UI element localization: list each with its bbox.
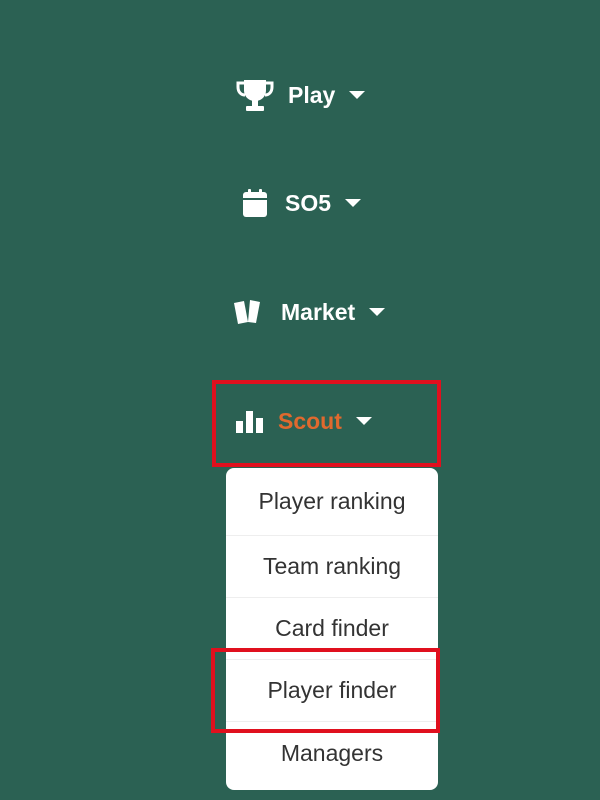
nav-item-label: Market <box>281 298 356 325</box>
chevron-down-icon <box>355 417 372 425</box>
nav-item-market[interactable]: Market <box>233 298 386 325</box>
chevron-down-icon <box>345 199 362 207</box>
menu-item-card-finder[interactable]: Card finder <box>226 598 438 660</box>
cards-icon <box>233 299 263 325</box>
chevron-down-icon <box>349 91 366 99</box>
nav-item-label: Scout <box>278 407 342 434</box>
nav-item-play[interactable]: Play <box>236 78 366 112</box>
calendar-icon <box>243 189 267 217</box>
nav-item-label: SO5 <box>285 189 332 216</box>
menu-item-player-finder[interactable]: Player finder <box>226 660 438 722</box>
nav-item-label: Play <box>288 81 336 108</box>
menu-item-player-ranking[interactable]: Player ranking <box>226 468 438 536</box>
menu-item-team-ranking[interactable]: Team ranking <box>226 536 438 598</box>
scout-dropdown-menu: Player ranking Team ranking Card finder … <box>226 468 438 790</box>
bar-chart-icon <box>236 409 264 433</box>
nav-item-scout[interactable]: Scout <box>236 409 372 433</box>
trophy-icon <box>236 78 274 112</box>
nav-item-so5[interactable]: SO5 <box>243 189 362 217</box>
menu-item-managers[interactable]: Managers <box>226 722 438 784</box>
chevron-down-icon <box>369 308 386 316</box>
